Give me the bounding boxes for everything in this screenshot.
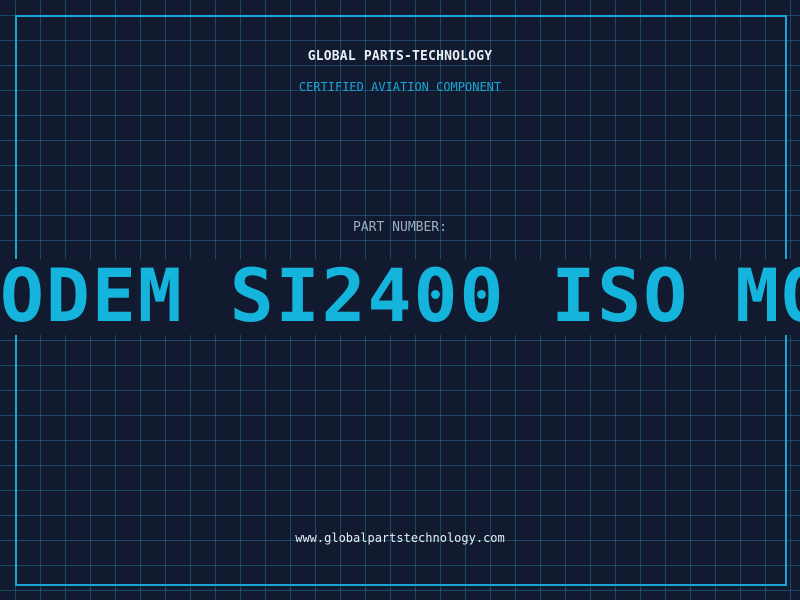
website-url: www.globalpartstechnology.com	[295, 531, 505, 545]
part-number-band: MODEM SI2400 ISO MODEM	[0, 259, 800, 335]
certification-subtitle: CERTIFIED AVIATION COMPONENT	[298, 80, 502, 94]
company-name: GLOBAL PARTS-TECHNOLOGY	[307, 49, 493, 64]
part-label-canvas: GLOBAL PARTS-TECHNOLOGY CERTIFIED AVIATI…	[0, 0, 800, 600]
part-number-value: MODEM SI2400 ISO MODEM	[0, 259, 800, 335]
part-number-label: PART NUMBER:	[353, 220, 447, 235]
